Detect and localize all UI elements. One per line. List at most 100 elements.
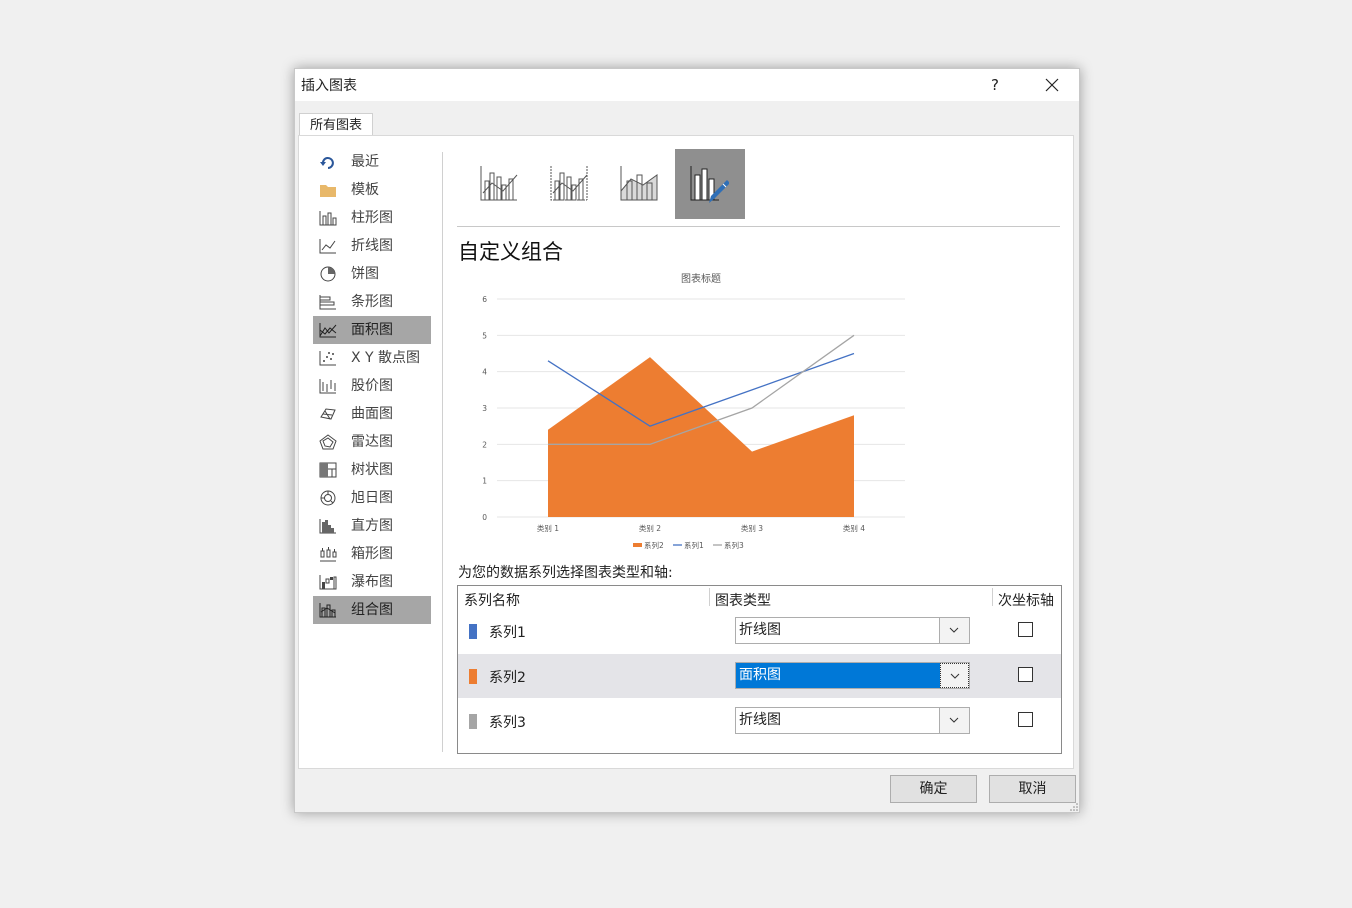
- close-button[interactable]: [1035, 71, 1069, 99]
- secondary-axis-checkbox[interactable]: [1018, 667, 1033, 682]
- y-tick-label: 2: [482, 440, 487, 449]
- series-row-2[interactable]: 系列2 面积图: [458, 654, 1061, 698]
- resize-grip-icon[interactable]: [1070, 803, 1078, 811]
- clustered-column-line-secondary-icon: [550, 166, 588, 201]
- y-tick-label: 5: [482, 331, 487, 340]
- series-table: 系列名称 图表类型 次坐标轴 系列1 折线图 系列2 面积图 系列3 折线图: [457, 585, 1062, 754]
- category-bar[interactable]: 条形图: [313, 288, 431, 316]
- subtype-custom-combo[interactable]: [675, 149, 745, 219]
- category-histogram[interactable]: 直方图: [313, 512, 431, 540]
- category-scatter[interactable]: X Y 散点图: [313, 344, 431, 372]
- series-prompt: 为您的数据系列选择图表类型和轴:: [458, 565, 673, 581]
- column-separator: [992, 588, 993, 606]
- waterfall-chart-icon: [319, 575, 337, 590]
- stacked-area-column-icon: [620, 166, 658, 201]
- gallery-divider: [457, 226, 1060, 227]
- y-tick-label: 3: [482, 404, 487, 413]
- category-stock[interactable]: 股价图: [313, 372, 431, 400]
- sunburst-chart-icon: [320, 490, 336, 506]
- column-chart-icon: [319, 211, 337, 226]
- series-row-1[interactable]: 系列1 折线图: [458, 609, 1061, 653]
- x-tick-label: 类别 3: [741, 523, 763, 533]
- ok-button[interactable]: 确定: [890, 775, 977, 803]
- recent-icon: [320, 157, 334, 169]
- chevron-down-icon: [949, 627, 959, 633]
- pie-chart-icon: [320, 266, 336, 282]
- chart-type-value: 折线图: [739, 712, 781, 728]
- chart-category-list: 最近 模板 柱形图 折线图 饼图 条形图 面积图 X Y 散点图 股价图 曲面图…: [313, 148, 431, 624]
- series-name: 系列1: [489, 625, 526, 641]
- header-series-name: 系列名称: [464, 593, 520, 609]
- category-template[interactable]: 模板: [313, 176, 431, 204]
- x-tick-label: 类别 1: [537, 523, 559, 533]
- subtype-clustered-column-line-secondary[interactable]: [535, 149, 605, 219]
- legend-label: 系列3: [724, 540, 744, 550]
- series-row-3[interactable]: 系列3 折线图: [458, 699, 1061, 743]
- panel-divider: [442, 152, 443, 752]
- header-chart-type: 图表类型: [715, 593, 771, 609]
- insert-chart-dialog: 插入图表 ? 所有图表 最近 模板 柱形图 折线图 饼图 条形图 面积图 X Y…: [294, 68, 1080, 813]
- cancel-button[interactable]: 取消: [989, 775, 1076, 803]
- y-tick-label: 1: [482, 477, 487, 486]
- category-surface[interactable]: 曲面图: [313, 400, 431, 428]
- stock-chart-icon: [319, 379, 336, 394]
- series-color-swatch: [469, 669, 477, 684]
- y-tick-label: 4: [482, 368, 487, 377]
- category-radar[interactable]: 雷达图: [313, 428, 431, 456]
- dropdown-button[interactable]: [939, 618, 969, 643]
- category-waterfall[interactable]: 瀑布图: [313, 568, 431, 596]
- combo-chart-icon: [319, 603, 336, 618]
- area-series-系列2: [548, 357, 854, 517]
- category-treemap[interactable]: 树状图: [313, 456, 431, 484]
- combo-heading: 自定义组合: [458, 240, 563, 264]
- x-tick-label: 类别 2: [639, 523, 661, 533]
- category-area[interactable]: 面积图: [313, 316, 431, 344]
- chart-type-select[interactable]: 面积图: [735, 662, 970, 689]
- custom-combo-icon: [690, 166, 729, 203]
- chevron-down-icon: [949, 717, 959, 723]
- legend-label: 系列2: [644, 540, 664, 550]
- bar-chart-icon: [319, 295, 336, 310]
- series-name: 系列2: [489, 670, 526, 686]
- category-pie[interactable]: 饼图: [313, 260, 431, 288]
- chart-type-select[interactable]: 折线图: [735, 617, 970, 644]
- category-line[interactable]: 折线图: [313, 232, 431, 260]
- chart-type-select[interactable]: 折线图: [735, 707, 970, 734]
- secondary-axis-checkbox[interactable]: [1018, 622, 1033, 637]
- area-chart-icon: [319, 323, 337, 338]
- close-icon: [1045, 78, 1059, 92]
- chart-preview: 图表标题 0 1 2 3 4 5 6 类别 1 类别 2 类别 3 类别 4 系列2 系列1 系列3: [482, 272, 905, 550]
- scatter-chart-icon: [319, 351, 336, 366]
- subtype-stacked-area-column[interactable]: [605, 149, 675, 219]
- series-color-swatch: [469, 624, 477, 639]
- legend-label: 系列1: [684, 540, 704, 550]
- treemap-chart-icon: [319, 462, 337, 478]
- folder-icon: [320, 185, 336, 197]
- y-tick-label: 0: [482, 513, 487, 522]
- chart-type-value: 面积图: [739, 667, 781, 683]
- x-tick-label: 类别 4: [843, 523, 865, 533]
- dialog-title: 插入图表: [301, 78, 357, 94]
- title-bar: 插入图表 ?: [295, 69, 1079, 101]
- dropdown-button[interactable]: [940, 663, 969, 688]
- help-button[interactable]: ?: [981, 71, 1009, 99]
- boxwhisker-chart-icon: [320, 547, 337, 562]
- series-name: 系列3: [489, 715, 526, 731]
- radar-chart-icon: [319, 434, 337, 450]
- chevron-down-icon: [950, 673, 960, 679]
- y-tick-label: 6: [482, 295, 487, 304]
- dropdown-button[interactable]: [939, 708, 969, 733]
- line-chart-icon: [319, 239, 336, 254]
- category-column[interactable]: 柱形图: [313, 204, 431, 232]
- chart-type-value: 折线图: [739, 622, 781, 638]
- header-secondary-axis: 次坐标轴: [998, 593, 1054, 609]
- category-combo[interactable]: 组合图: [313, 596, 431, 624]
- category-box-whisker[interactable]: 箱形图: [313, 540, 431, 568]
- category-recent[interactable]: 最近: [313, 148, 431, 176]
- chart-title: 图表标题: [681, 272, 721, 285]
- secondary-axis-checkbox[interactable]: [1018, 712, 1033, 727]
- subtype-clustered-column-line[interactable]: [465, 149, 535, 219]
- legend-swatch: [633, 543, 642, 547]
- category-sunburst[interactable]: 旭日图: [313, 484, 431, 512]
- series-color-swatch: [469, 714, 477, 729]
